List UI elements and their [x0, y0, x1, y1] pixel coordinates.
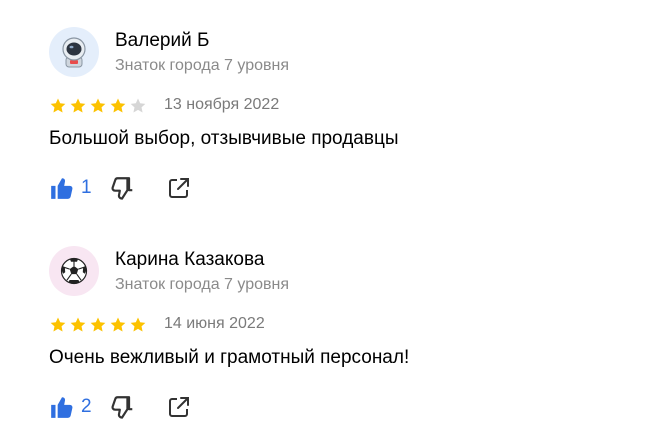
review-actions: 2: [49, 394, 191, 420]
share-icon: [169, 397, 189, 417]
thumbs-down-icon: [111, 396, 133, 419]
review-actions: 1: [49, 175, 191, 201]
star-filled-icon: [110, 98, 126, 113]
star-filled-icon: [110, 317, 126, 332]
review-date: 14 июня 2022: [164, 315, 265, 332]
star-filled-icon: [90, 317, 106, 332]
like-button[interactable]: 1: [49, 175, 109, 201]
share-button[interactable]: [167, 395, 191, 419]
star-rating: [49, 316, 147, 334]
share-icon: [169, 178, 189, 198]
thumbs-up-icon: [51, 397, 73, 418]
thumbs-down-icon: [111, 177, 133, 200]
author-name[interactable]: Карина Казакова: [115, 249, 264, 271]
star-rating: [49, 97, 147, 115]
star-filled-icon: [130, 317, 146, 332]
thumbs-up-icon: [51, 178, 73, 199]
author-level: Знаток города 7 уровня: [115, 57, 290, 74]
review-text: Очень вежливый и грамотный персонал!: [49, 347, 410, 368]
astronaut-icon: [62, 37, 86, 68]
star-filled-icon: [50, 98, 66, 113]
soccer-ball-icon: [60, 257, 88, 285]
star-empty-icon: [130, 98, 146, 113]
author-name[interactable]: Валерий Б: [115, 30, 209, 52]
star-filled-icon: [50, 317, 66, 332]
author-level: Знаток города 7 уровня: [115, 276, 290, 293]
review-text: Большой выбор, отзывчивые продавцы: [49, 128, 399, 149]
review-card: Валерий Б Знаток города 7 уровня 13 нояб…: [0, 0, 657, 219]
review-date: 13 ноября 2022: [164, 96, 280, 113]
dislike-button[interactable]: [109, 175, 167, 201]
star-filled-icon: [70, 317, 86, 332]
dislike-button[interactable]: [109, 394, 167, 420]
like-button[interactable]: 2: [49, 394, 109, 420]
like-count: 1: [81, 177, 92, 198]
share-button[interactable]: [167, 176, 191, 200]
author-avatar[interactable]: [49, 246, 99, 296]
star-filled-icon: [90, 98, 106, 113]
like-count: 2: [81, 396, 92, 417]
review-card: Карина Казакова Знаток города 7 уровня 1…: [0, 219, 657, 438]
author-avatar[interactable]: [49, 27, 99, 77]
star-filled-icon: [70, 98, 86, 113]
